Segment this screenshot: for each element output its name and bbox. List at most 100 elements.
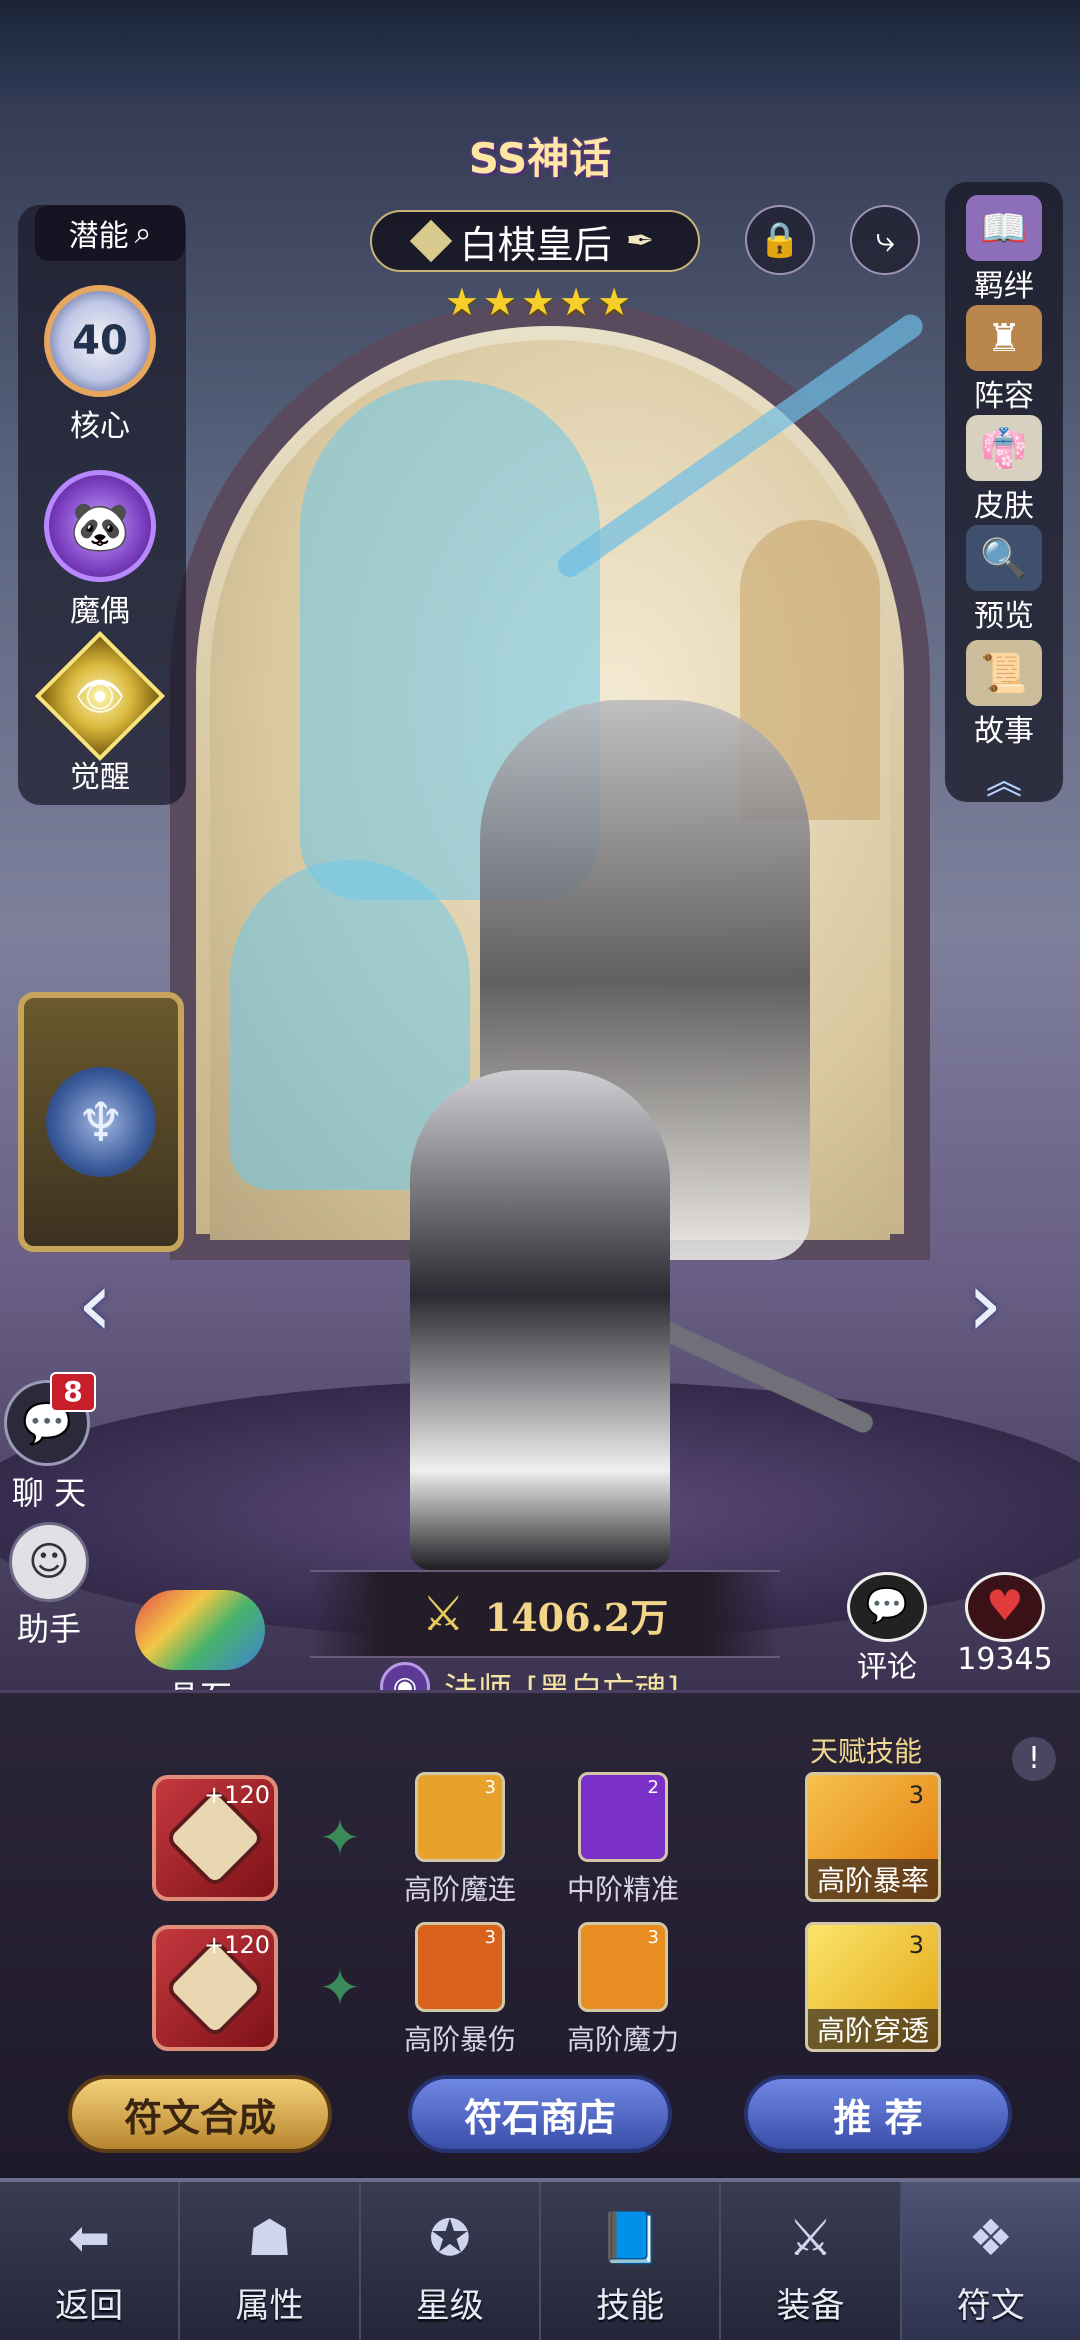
- back-door-icon: ⬅: [68, 2209, 111, 2267]
- power-plate: ⚔ 1406.2万: [310, 1570, 780, 1658]
- puppet-button[interactable]: 🐼 魔偶: [25, 470, 175, 630]
- tab-back[interactable]: ⬅ 返回: [0, 2182, 181, 2340]
- talent-level: 3: [908, 1781, 924, 1809]
- rune-shop-button[interactable]: 符石商店: [408, 2075, 672, 2153]
- tab-star-level[interactable]: ✪ 星级: [361, 2182, 541, 2340]
- potential-label: 潜能: [68, 219, 129, 254]
- bond-label: 羁绊: [974, 269, 1034, 304]
- talent-name: 高阶穿透: [808, 2009, 938, 2049]
- comment-label: 评论: [857, 1650, 917, 1685]
- rune-link-arrow-icon: ✦: [319, 1809, 361, 1867]
- rune-link-arrow-icon: ✦: [319, 1959, 361, 2017]
- story-label: 故事: [974, 714, 1034, 749]
- skill-item[interactable]: 3 高阶魔力: [543, 1922, 703, 2058]
- rune-slot-1[interactable]: +120: [152, 1775, 278, 1901]
- skill-icon: 3: [415, 1922, 505, 2012]
- skill-level: 3: [484, 1777, 496, 1798]
- skill-item[interactable]: 3 高阶魔连: [380, 1772, 540, 1908]
- chat-button[interactable]: 💬 8 聊 天: [4, 1372, 96, 1514]
- tab-runes[interactable]: ❖ 符文: [901, 2182, 1080, 2340]
- crossed-swords-icon: ⚔: [788, 2209, 833, 2267]
- tab-label: 符文: [956, 2286, 1025, 2326]
- skill-icon: 3: [415, 1772, 505, 1862]
- rune-slot-2[interactable]: +120: [152, 1925, 278, 2051]
- helper-label: 助手: [16, 1610, 81, 1648]
- hero-name: 白棋皇后: [459, 222, 612, 267]
- hooded-figure-icon: ☗: [247, 2209, 292, 2267]
- skin-label: 皮肤: [974, 489, 1034, 524]
- skill-level: 3: [647, 1927, 659, 1948]
- tab-attributes[interactable]: ☗ 属性: [180, 2182, 361, 2340]
- lineup-button[interactable]: ♜ 阵容: [945, 305, 1063, 415]
- talent-name: 高阶暴率: [808, 1859, 938, 1899]
- likes-count: 19345: [957, 1642, 1053, 1677]
- core-label: 核心: [70, 409, 130, 444]
- chess-piece-icon: ♜: [966, 305, 1042, 371]
- collapse-menu-icon[interactable]: ︽: [965, 752, 1043, 802]
- class-diamond-icon: [409, 219, 452, 263]
- tab-label: 装备: [776, 2286, 845, 2326]
- rune-bonus: +120: [204, 1781, 270, 1809]
- rarity-label: SS神话: [468, 134, 612, 183]
- skill-level: 2: [647, 1777, 659, 1798]
- chat-label: 聊 天: [11, 1474, 87, 1512]
- rename-feather-icon[interactable]: ✒: [626, 221, 655, 261]
- tab-label: 星级: [415, 2286, 484, 2326]
- talent-skill-title: 天赋技能: [810, 1735, 923, 1768]
- comment-button[interactable]: 💬 评论: [842, 1572, 932, 1686]
- previous-hero-arrow-icon[interactable]: ‹: [60, 1260, 130, 1350]
- lineup-label: 阵容: [974, 379, 1034, 414]
- tab-skills[interactable]: 📘 技能: [541, 2182, 722, 2340]
- hero-chibi-model[interactable]: [410, 1070, 670, 1570]
- panda-puppet-icon: 🐼: [44, 470, 156, 582]
- preview-button[interactable]: 🔍 预览: [945, 525, 1063, 635]
- potential-button[interactable]: 潜能 ⌕: [35, 205, 185, 261]
- core-button[interactable]: 40 核心: [25, 285, 175, 445]
- core-badge-icon: 40: [44, 285, 156, 397]
- tab-equipment[interactable]: ⚔ 装备: [721, 2182, 902, 2340]
- speech-bubble-icon: 💬: [847, 1572, 927, 1642]
- tab-label: 技能: [596, 2286, 665, 2326]
- share-icon[interactable]: ⤷: [850, 205, 920, 275]
- rune-synthesis-button[interactable]: 符文合成: [68, 2075, 332, 2153]
- talent-skill-item[interactable]: 3 高阶穿透: [805, 1922, 941, 2052]
- skill-name: 高阶暴伤: [403, 2023, 516, 2056]
- top-border: [0, 0, 1080, 95]
- skill-icon: 3: [578, 1922, 668, 2012]
- next-hero-arrow-icon[interactable]: ›: [950, 1260, 1020, 1350]
- heart-icon: ♥: [965, 1572, 1045, 1642]
- awaken-button[interactable]: 👁 觉醒: [25, 630, 175, 796]
- skin-button[interactable]: 👘 皮肤: [945, 415, 1063, 525]
- skill-icon: 2: [578, 1772, 668, 1862]
- skill-level: 3: [484, 1927, 496, 1948]
- chat-unread-badge: 8: [50, 1372, 96, 1412]
- puppet-label: 魔偶: [70, 594, 130, 629]
- skill-name: 中阶精准: [566, 1873, 679, 1906]
- info-icon[interactable]: !: [1012, 1737, 1056, 1781]
- open-book-icon: 📜: [966, 640, 1042, 706]
- core-level: 40: [72, 318, 128, 364]
- bottom-navigation: ⬅ 返回 ☗ 属性 ✪ 星级 📘 技能 ⚔ 装备 ❖ 符文: [0, 2178, 1080, 2340]
- tab-label: 属性: [235, 2286, 304, 2326]
- helper-avatar-icon: ☺: [9, 1522, 89, 1602]
- power-value: 1406.2万: [484, 1594, 669, 1640]
- helper-button[interactable]: ☺ 助手: [4, 1522, 94, 1650]
- skill-name: 高阶魔力: [566, 2023, 679, 2056]
- rarity-title: SS神话: [0, 125, 1080, 186]
- talent-skill-item[interactable]: 3 高阶暴率: [805, 1772, 941, 1902]
- crystal-gems-icon: [135, 1590, 265, 1670]
- recommend-button[interactable]: 推 荐: [744, 2075, 1012, 2153]
- skill-item[interactable]: 3 高阶暴伤: [380, 1922, 540, 2058]
- story-button[interactable]: 📜 故事: [945, 640, 1063, 750]
- star-emblem-icon: ✪: [428, 2209, 471, 2267]
- like-button[interactable]: ♥ 19345: [950, 1572, 1060, 1677]
- magnifying-glass-icon: 🔍: [966, 525, 1042, 591]
- lyre-artifact-card[interactable]: ♆: [18, 992, 184, 1252]
- tab-label: 返回: [55, 2286, 124, 2326]
- rune-crest-icon: ❖: [968, 2209, 1014, 2267]
- lock-icon[interactable]: 🔒: [745, 205, 815, 275]
- bond-button[interactable]: 📖 羁绊: [945, 195, 1063, 305]
- rune-bonus: +120: [204, 1931, 270, 1959]
- eye-awaken-icon: 👁: [34, 630, 166, 762]
- skill-item[interactable]: 2 中阶精准: [543, 1772, 703, 1908]
